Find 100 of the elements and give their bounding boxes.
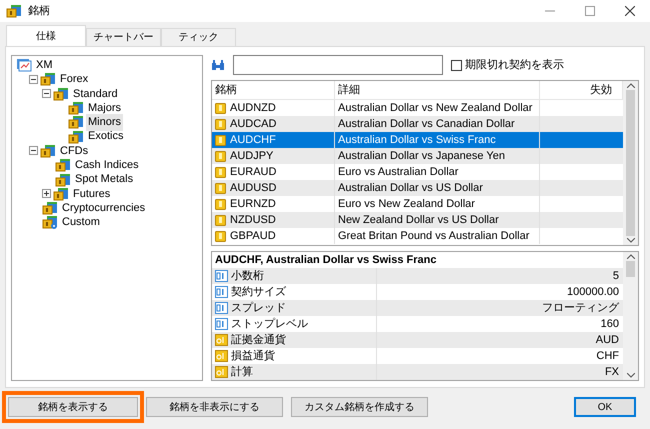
collapse-icon[interactable] [29,74,38,84]
folder-icon [53,86,69,101]
property-value: AUD [596,334,619,346]
tree-item[interactable]: CFDs [58,142,90,160]
tree-item[interactable]: Spot Metals [73,171,136,188]
tree-item[interactable]: Majors [86,100,124,116]
scroll-up-icon[interactable] [626,254,634,259]
scroll-up-icon[interactable] [626,83,634,88]
description-cell-text: Great Britan Pound vs Australian Dollar [338,228,530,244]
folder-icon [53,186,69,201]
number-icon [215,318,228,330]
tree-item[interactable]: Standard [71,86,120,102]
symbol-icon [215,198,226,210]
folder-icon [55,172,71,187]
tab[interactable]: 仕様 [6,25,86,46]
binoculars-icon [211,59,225,71]
tree-item[interactable]: Minors [86,114,124,131]
property-name: スプレッド [231,300,286,316]
folder-icon [40,144,56,158]
property-value: フローティング [542,302,619,314]
description-cell-text: Australian Dollar vs Japanese Yen [338,148,505,164]
property-name: ストップレベル [231,316,308,332]
checkbox-label: 期限切れ契約を表示 [464,58,564,73]
property-name: 損益通貨 [231,348,275,364]
column-header[interactable]: 銘柄 [212,81,335,99]
property-value: 5 [612,270,619,282]
symbol-cell-text: AUDCHF [230,132,276,148]
tab[interactable]: ティック [161,28,236,46]
property-name: 計算 [231,364,253,380]
tree-item[interactable]: XM [34,56,54,74]
symbol-cell-text: NZDUSD [230,212,276,228]
symbol-cell-text: EURAUD [230,164,276,180]
close-icon[interactable] [625,6,635,16]
text-icon [215,366,228,378]
button[interactable]: 銘柄を表示する [8,397,138,417]
number-icon [215,302,228,314]
property-value: 160 [600,318,619,330]
symbol-cell-text: AUDUSD [230,180,276,196]
scroll-thumb[interactable] [626,90,635,236]
folder-icon [42,201,58,216]
tree-item[interactable]: Cash Indices [73,156,141,174]
button[interactable]: カスタム銘柄を作成する [291,397,428,417]
expand-icon[interactable] [42,189,51,198]
maximize-icon[interactable] [585,6,595,16]
table-row[interactable]: AUDUSD Australian Dollar vs US Dollar [212,180,623,196]
description-cell-text: Australian Dollar vs Swiss Franc [338,132,496,148]
property-value: 100000.00 [567,286,619,298]
button[interactable]: 銘柄を非表示にする [146,397,283,417]
button[interactable]: OK [574,397,636,417]
scroll-thumb[interactable] [626,261,635,277]
description-cell-text: Australian Dollar vs US Dollar [338,180,483,196]
tree-item[interactable]: Exotics [86,128,126,145]
tree-item[interactable]: Cryptocurrencies [60,200,148,216]
show-expired-checkbox[interactable] [451,60,462,70]
collapse-icon[interactable] [42,89,51,98]
description-cell-text: Euro vs New Zealand Dollar [338,196,475,212]
table-row[interactable]: NZDUSD New Zealand Dollar vs US Dollar [212,212,623,228]
folder-icon [40,72,56,86]
symbol-icon [215,166,226,178]
description-cell-text: Euro vs Australian Dollar [338,164,458,180]
chart-icon [16,58,32,72]
tree-item[interactable]: Custom [60,214,102,231]
symbol-icon [215,150,226,162]
window-title: 銘柄 [28,4,50,19]
number-icon [215,286,228,298]
tree-item[interactable]: Futures [71,186,112,202]
scrollbar[interactable] [623,252,638,380]
collapse-icon[interactable] [29,146,38,156]
scrollbar[interactable] [623,81,638,245]
symbol-cell-text: AUDJPY [230,148,274,164]
symbol-icon [215,102,226,114]
search-field[interactable] [233,55,443,75]
symbol-cell-text: AUDNZD [230,100,276,116]
folder-icon [68,115,84,130]
scroll-down-icon[interactable] [626,373,634,378]
symbol-cell-text: EURNZD [230,196,276,212]
property-value: FX [604,366,619,378]
folder-icon [68,130,84,144]
tree-item[interactable]: Forex [58,71,90,88]
text-icon [215,334,228,346]
description-cell-text: New Zealand Dollar vs US Dollar [338,212,499,228]
symbol-cell-text: AUDCAD [230,116,276,132]
table-row[interactable]: AUDCAD Australian Dollar vs Canadian Dollar [212,116,623,132]
tab[interactable]: チャートバー [86,28,161,46]
number-icon [215,270,228,282]
scroll-down-icon[interactable] [626,238,634,243]
folder-icon [42,215,58,230]
symbol-icon [215,182,226,194]
column-header[interactable]: 詳細 [335,81,540,99]
property-name: 契約サイズ [231,284,286,300]
table-row[interactable]: AUDCHF Australian Dollar vs Swiss Franc [212,132,623,148]
description-cell-text: Australian Dollar vs Canadian Dollar [338,116,515,132]
text-icon [215,350,228,362]
table-row[interactable]: AUDJPY Australian Dollar vs Japanese Yen [212,148,623,164]
property-name: 証拠金通貨 [231,332,286,348]
property-value: CHF [596,350,619,362]
description-cell-text: Australian Dollar vs New Zealand Dollar [338,100,532,116]
symbol-icon [215,118,226,130]
folder-icon [68,101,84,116]
table-row[interactable]: GBPAUD Great Britan Pound vs Australian Dollar [212,228,623,244]
